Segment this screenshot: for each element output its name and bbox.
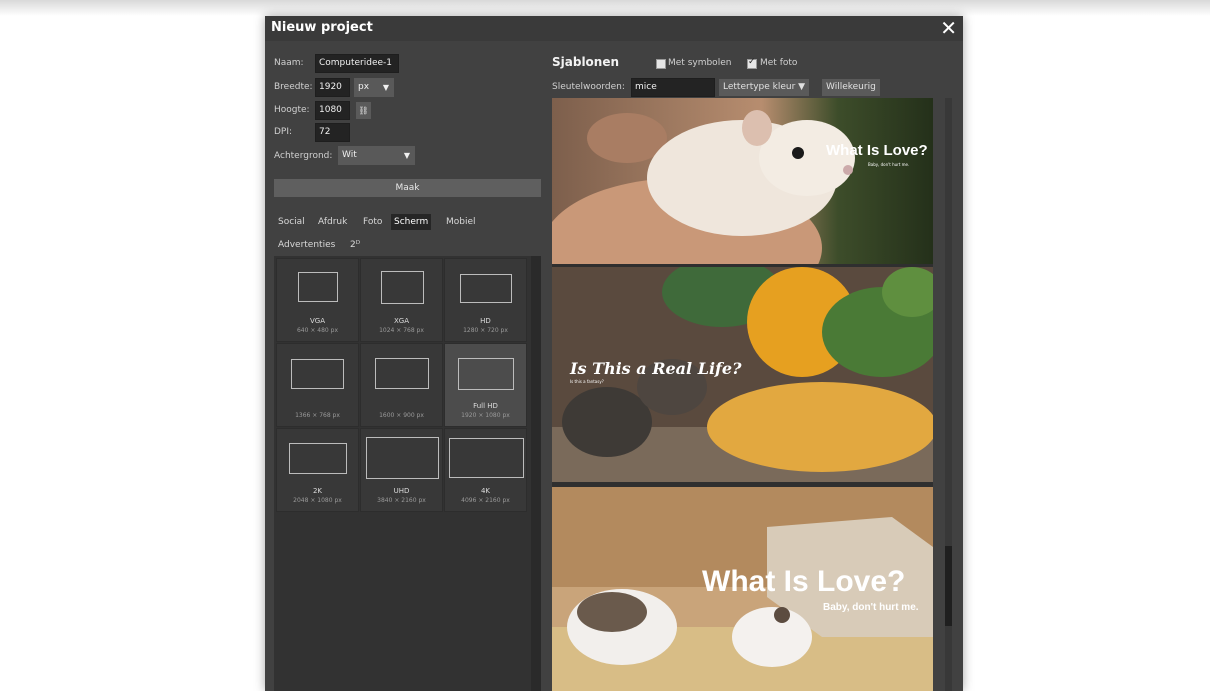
dialog-titlebar: Nieuw project ✕	[265, 16, 963, 41]
height-input[interactable]: 1080	[315, 101, 350, 120]
new-project-dialog: Nieuw project ✕ Naam: Computeridee-1 Bre…	[265, 16, 963, 691]
preset-hd[interactable]: HD 1280 × 720 px	[444, 258, 527, 342]
preset-name: XGA	[393, 317, 409, 325]
make-button[interactable]: Maak	[274, 179, 541, 197]
template-subline: Baby, don't hurt me.	[868, 162, 910, 167]
preset-xga[interactable]: XGA 1024 × 768 px	[360, 258, 443, 342]
background-label: Achtergrond:	[274, 151, 333, 161]
keywords-label: Sleutelwoorden:	[552, 82, 625, 92]
screen-icon	[449, 438, 524, 478]
template-headline: What Is Love?	[702, 565, 906, 598]
preset-name: 2K	[312, 487, 323, 495]
preset-4k[interactable]: 4K 4096 × 2160 px	[444, 428, 527, 512]
tab-ads[interactable]: Advertenties	[275, 237, 338, 253]
preset-name: VGA	[309, 317, 325, 325]
preset-full-hd[interactable]: Full HD 1920 × 1080 px	[444, 343, 527, 427]
top-fade	[0, 0, 1210, 16]
preset-uhd[interactable]: UHD 3840 × 2160 px	[360, 428, 443, 512]
preset-size: 4096 × 2160 px	[461, 497, 510, 504]
photo-label: Met foto	[760, 58, 798, 68]
template-headline: What Is Love?	[826, 142, 928, 159]
preset-name: 4K	[480, 487, 491, 495]
preset-name: HD	[480, 317, 491, 325]
font-color-button[interactable]: Lettertype kleur ▼	[719, 79, 810, 96]
template-headline: Is This a Real Life?	[570, 359, 742, 378]
background-select[interactable]: Wit ▼	[338, 146, 415, 165]
preset-size: 1280 × 720 px	[463, 327, 508, 334]
tab-mobile[interactable]: Mobiel	[443, 214, 479, 230]
template-card[interactable]: What Is Love? Baby, don't hurt me.	[552, 98, 933, 264]
screen-icon	[460, 274, 512, 303]
link-icon[interactable]: ⛓	[356, 102, 371, 119]
dialog-title: Nieuw project	[271, 20, 373, 35]
preset-scrollbar[interactable]	[531, 256, 541, 691]
screen-icon	[381, 271, 424, 304]
template-subline: Is this a fantasy?	[570, 379, 604, 384]
tab-social[interactable]: Social	[275, 214, 308, 230]
name-input[interactable]: Computeridee-1	[315, 54, 399, 73]
name-label: Naam:	[274, 58, 304, 68]
random-button[interactable]: Willekeurig	[822, 79, 880, 96]
unit-select[interactable]: px ▼	[354, 78, 394, 97]
preset-1600[interactable]: 1600 × 900 px	[360, 343, 443, 427]
preset-size: 640 × 480 px	[296, 327, 338, 334]
screen-icon	[289, 443, 347, 474]
tab-print[interactable]: Afdruk	[315, 214, 350, 230]
template-photo	[552, 98, 933, 264]
keywords-input[interactable]: mice	[631, 78, 715, 97]
preset-size: 1920 × 1080 px	[461, 412, 510, 419]
tab-screen[interactable]: Scherm	[391, 214, 432, 230]
dpi-label: DPI:	[274, 127, 293, 137]
templates-title: Sjablonen	[552, 55, 620, 69]
template-gallery: What Is Love? Baby, don't hurt me. Is Th…	[552, 98, 933, 691]
photo-checkbox[interactable]	[747, 57, 757, 69]
preset-name: UHD	[393, 487, 410, 495]
screen-icon	[458, 358, 514, 390]
height-label: Hoogte:	[274, 105, 310, 115]
symbols-label: Met symbolen	[668, 58, 732, 68]
chevron-down-icon: ▼	[382, 83, 389, 92]
close-icon[interactable]: ✕	[940, 16, 957, 41]
symbols-checkbox[interactable]	[656, 59, 666, 69]
preset-size: 1024 × 768 px	[379, 327, 424, 334]
background-value: Wit	[342, 150, 357, 160]
gallery-scrollbar-thumb[interactable]	[945, 546, 952, 626]
preset-2k[interactable]: 2K 2048 × 1080 px	[276, 428, 359, 512]
preset-size: 1600 × 900 px	[379, 412, 424, 419]
screen-icon	[298, 272, 338, 302]
preset-size: 2048 × 1080 px	[293, 497, 342, 504]
template-card[interactable]: What Is Love? Baby, don't hurt me.	[552, 487, 933, 691]
preset-1366[interactable]: 1366 × 768 px	[276, 343, 359, 427]
tab-photo[interactable]: Foto	[360, 214, 385, 230]
preset-size: 1366 × 768 px	[295, 412, 340, 419]
unit-value: px	[358, 82, 370, 92]
preset-size: 3840 × 2160 px	[377, 497, 426, 504]
dpi-input[interactable]: 72	[315, 123, 350, 142]
preset-vga[interactable]: VGA 640 × 480 px	[276, 258, 359, 342]
screen-icon	[375, 358, 429, 389]
template-card[interactable]: Is This a Real Life? Is this a fantasy?	[552, 267, 933, 482]
preset-grid: VGA 640 × 480 px XGA 1024 × 768 px HD 12…	[274, 256, 540, 691]
chevron-down-icon: ▼	[403, 151, 410, 160]
template-subline: Baby, don't hurt me.	[823, 602, 919, 613]
width-label: Breedte:	[274, 82, 313, 92]
preset-name: Full HD	[473, 402, 498, 410]
width-input[interactable]: 1920	[315, 78, 350, 97]
tab-2d[interactable]: 2ᴰ	[347, 237, 363, 253]
screen-icon	[366, 437, 439, 479]
screen-icon	[291, 359, 344, 389]
